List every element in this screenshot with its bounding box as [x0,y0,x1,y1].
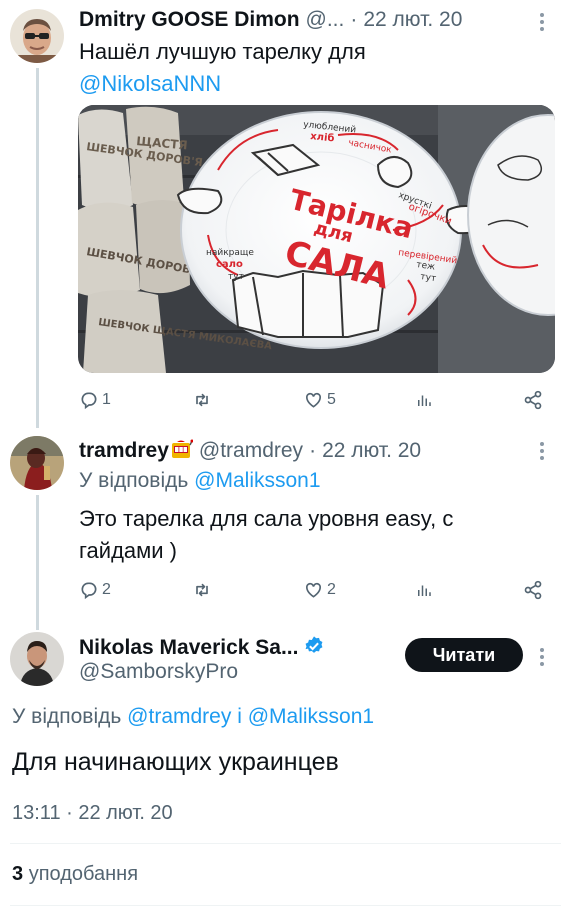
avatar[interactable] [10,632,64,686]
follow-button[interactable]: Читати [405,638,523,672]
svg-text:сало: сало [216,259,243,270]
separator: · [309,439,317,462]
tweet-text-content: Это тарелка для сала уровня easy, с гайд… [79,506,454,563]
reply-and: і [237,705,242,728]
user-handle[interactable]: @... [306,8,345,32]
likes-count: 3 [12,863,24,885]
tweet-header: Dmitry GOOSE Dimon @... · 22 лют. 20 [79,8,462,32]
retweet-icon [196,393,208,407]
likes-summary[interactable]: 3 уподобання [12,863,138,886]
avatar[interactable] [10,9,64,63]
tweet-image[interactable]: ШЕВЧОК ДОРОВ'Я ЩАСТЯ ШЕВЧОК ДОРОВ'Я ШЕВЧ… [78,105,555,373]
views-button[interactable] [415,390,523,410]
reply-context: У відповідь @Maliksson1 [79,469,321,493]
avatar[interactable] [10,436,64,490]
tweet-tramdrey[interactable]: tramdrey @tramdrey · 22 лют. 20 У відпов… [0,425,571,630]
display-name[interactable]: Dmitry GOOSE Dimon [79,8,300,32]
reply-icon [81,582,97,600]
tweet-header: tramdrey @tramdrey · 22 лют. 20 [79,437,421,463]
share-icon [524,390,542,410]
reply-mention-2[interactable]: @Maliksson1 [248,705,374,728]
thread-line [36,68,39,428]
tweet-time[interactable]: 22 лют. 20 [363,8,462,32]
more-options-icon[interactable] [540,645,544,669]
heart-icon [306,392,321,408]
tweet-text-content: Для начинающих украинцев [12,748,339,776]
more-options-icon[interactable] [540,10,544,34]
reply-prefix: У відповідь [79,469,189,492]
mention-link[interactable]: @NikolsaNNN [79,68,366,100]
views-icon [418,585,431,596]
tweet-actions: 2 2 [79,575,559,605]
tweet-text: Это тарелка для сала уровня easy, с гайд… [79,503,529,567]
tweet-time[interactable]: 22 лют. 20 [322,439,421,463]
handle-row: @SamborskyPro [79,660,238,684]
views-button[interactable] [415,580,523,600]
thread-line [36,495,39,630]
reply-icon [81,392,97,410]
reply-button[interactable]: 1 [79,390,191,410]
like-count: 5 [327,391,336,408]
user-handle[interactable]: @tramdrey [199,439,303,463]
tweet-timestamp[interactable]: 13:11 · 22 лют. 20 [12,802,173,825]
divider [10,905,561,906]
divider [10,843,561,844]
like-count: 2 [327,581,336,598]
retweet-button[interactable] [191,580,303,600]
reply-count: 1 [102,391,111,408]
like-button[interactable]: 2 [303,580,415,600]
reply-context: У відповідь @tramdrey і @Maliksson1 [12,705,374,729]
svg-text:тут: тут [228,272,244,282]
svg-text:хліб: хліб [310,130,335,144]
reply-button[interactable]: 2 [79,580,191,600]
display-name[interactable]: Nikolas Maverick Sa... [79,636,298,660]
user-handle[interactable]: @SamborskyPro [79,660,238,684]
tweet-header: Nikolas Maverick Sa... [79,632,325,660]
heart-icon [306,582,321,598]
share-button[interactable] [523,390,543,410]
share-button[interactable] [523,580,543,600]
retweet-button[interactable] [191,390,303,410]
tweet-samborsky: Nikolas Maverick Sa... @SamborskyPro Чит… [0,625,571,911]
reply-mention-1[interactable]: @tramdrey [127,705,231,728]
reply-prefix: У відповідь [12,705,122,728]
display-name[interactable]: tramdrey [79,439,169,463]
tweet-text: Нашёл лучшую тарелку для @NikolsaNNN [79,36,366,100]
likes-label: уподобання [28,863,139,885]
like-button[interactable]: 5 [303,390,415,410]
views-icon [418,395,431,406]
verified-badge-icon [306,636,323,653]
retweet-icon [196,583,208,597]
more-options-icon[interactable] [540,439,544,463]
tweet-actions: 1 5 [79,385,559,415]
reply-count: 2 [102,581,111,598]
reply-mention[interactable]: @Maliksson1 [194,469,320,492]
tweet-text-line: Нашёл лучшую тарелку для [79,39,366,64]
slot-machine-emoji [171,439,194,458]
share-icon [524,580,542,600]
tweet-text: Для начинающих украинцев [12,745,339,779]
svg-text:найкраще: найкраще [206,248,254,258]
tweet-dmitry[interactable]: Dmitry GOOSE Dimon @... · 22 лют. 20 Наш… [0,0,571,428]
separator: · [350,8,358,31]
